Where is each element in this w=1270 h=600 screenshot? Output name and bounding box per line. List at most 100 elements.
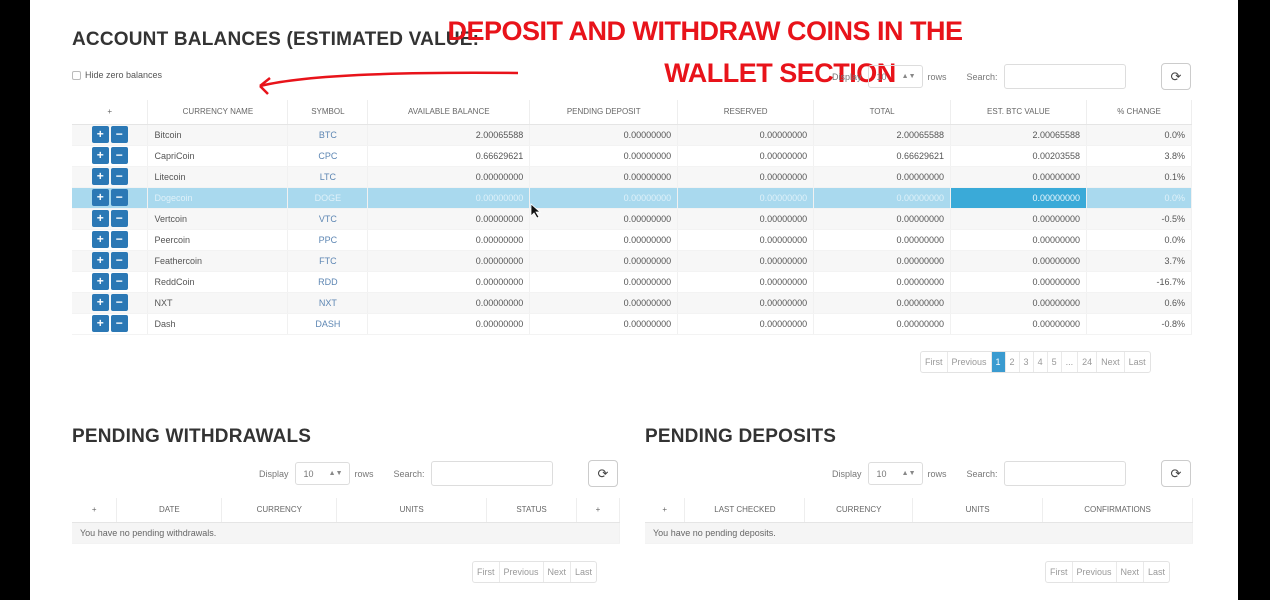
total: 0.00000000 (813, 250, 952, 272)
withdraw-minus-button[interactable]: − (110, 252, 128, 269)
col-actions[interactable]: + (72, 498, 118, 523)
withdrawals-search-input[interactable] (430, 461, 553, 486)
pager-item[interactable]: Next (1117, 562, 1145, 582)
col-actions[interactable]: + (72, 100, 149, 125)
pager-item[interactable]: First (1046, 562, 1073, 582)
deposit-plus-button[interactable]: + (91, 273, 109, 290)
col-currency[interactable]: CURRENCY (804, 498, 914, 523)
deposit-plus-button[interactable]: + (91, 210, 109, 227)
page: ACCOUNT BALANCES (ESTIMATED VALUE: DEPOS… (30, 0, 1238, 600)
withdraw-minus-button[interactable]: − (110, 147, 128, 164)
currency-name: Dash (147, 313, 289, 335)
col-currency[interactable]: CURRENCY (221, 498, 338, 523)
pager-item[interactable]: 24 (1078, 352, 1098, 372)
pager-item[interactable]: 4 (1034, 352, 1048, 372)
rows-per-page-select[interactable]: 10 ▲▼ (867, 462, 923, 485)
balance-row[interactable]: + − Dash DASH 0.00000000 0.00000000 0.00000000… (72, 313, 1192, 335)
col-status[interactable]: STATUS (486, 498, 577, 523)
col-add[interactable]: + (576, 498, 620, 523)
balances-refresh-button[interactable]: ⟳ (1161, 63, 1191, 90)
withdraw-minus-button[interactable]: − (110, 168, 128, 185)
balance-row[interactable]: + − Peercoin PPC 0.00000000 0.00000000 0.00000… (72, 229, 1192, 251)
pager-item[interactable]: Last (1125, 352, 1150, 372)
deposit-plus-button[interactable]: + (91, 231, 109, 248)
pager-item[interactable]: Previous (500, 562, 544, 582)
empty-message: You have no pending deposits. (645, 522, 1193, 544)
col-est-btc-value[interactable]: EST. BTC VALUE (950, 100, 1087, 125)
balance-row[interactable]: + − Litecoin LTC 0.00000000 0.00000000 0.00000… (72, 166, 1192, 188)
col-percent-change[interactable]: % CHANGE (1086, 100, 1192, 125)
col-confirmations[interactable]: CONFIRMATIONS (1042, 498, 1193, 523)
balances-search-input[interactable] (1003, 64, 1126, 89)
pager-item[interactable]: Last (1144, 562, 1169, 582)
refresh-icon: ⟳ (597, 465, 609, 481)
deposits-refresh-button[interactable]: ⟳ (1161, 460, 1191, 487)
balance-row[interactable]: + − Bitcoin BTC 2.00065588 0.00000000 0.000000… (72, 124, 1192, 146)
pager-item[interactable]: 1 (991, 352, 1006, 372)
withdraw-minus-button[interactable]: − (110, 315, 128, 332)
rows-per-page-select[interactable]: 10 ▲▼ (867, 65, 923, 88)
withdraw-minus-button[interactable]: − (110, 231, 128, 248)
total: 0.00000000 (813, 313, 952, 335)
withdraw-minus-button[interactable]: − (110, 189, 128, 206)
pager-item[interactable]: First (473, 562, 500, 582)
col-available-balance[interactable]: AVAILABLE BALANCE (367, 100, 531, 125)
balance-row[interactable]: + − Dogecoin DOGE 0.00000000 0.00000000 0.0000… (72, 187, 1192, 209)
hide-zero-balances-toggle[interactable]: Hide zero balances (72, 70, 162, 80)
col-units[interactable]: UNITS (336, 498, 488, 523)
display-label: Display (832, 468, 862, 479)
col-total[interactable]: TOTAL (813, 100, 952, 125)
col-pending-deposit[interactable]: PENDING DEPOSIT (529, 100, 679, 125)
col-reserved[interactable]: RESERVED (677, 100, 815, 125)
col-units[interactable]: UNITS (912, 498, 1044, 523)
deposits-search-input[interactable] (1003, 461, 1126, 486)
pager-item[interactable]: Next (1097, 352, 1125, 372)
pending-deposit: 0.00000000 (529, 250, 679, 272)
pager-item[interactable]: Previous (948, 352, 992, 372)
col-date[interactable]: DATE (116, 498, 223, 523)
deposit-plus-button[interactable]: + (91, 147, 109, 164)
deposit-plus-button[interactable]: + (91, 315, 109, 332)
available-balance: 0.00000000 (367, 313, 531, 335)
withdrawals-refresh-button[interactable]: ⟳ (588, 460, 618, 487)
pager-item[interactable]: Last (571, 562, 596, 582)
est-btc-value: 0.00000000 (950, 229, 1087, 251)
pager-item[interactable]: Previous (1073, 562, 1117, 582)
withdraw-minus-button[interactable]: − (110, 273, 128, 290)
pager-item[interactable]: ... (1062, 352, 1079, 372)
pending-withdrawals-title: PENDING WITHDRAWALS (72, 426, 312, 447)
rows-per-page-select[interactable]: 10 ▲▼ (294, 462, 350, 485)
balance-row[interactable]: + − CapriCoin CPC 0.66629621 0.00000000 0.0000… (72, 145, 1192, 167)
pager-item[interactable]: 5 (1048, 352, 1062, 372)
col-currency-name[interactable]: CURRENCY NAME (147, 100, 289, 125)
balance-row[interactable]: + − Vertcoin VTC 0.00000000 0.00000000 0.00000… (72, 208, 1192, 230)
pager-item[interactable]: Next (544, 562, 572, 582)
hide-zero-checkbox[interactable] (72, 70, 81, 80)
deposit-plus-button[interactable]: + (91, 294, 109, 311)
row-actions: + − (72, 166, 149, 188)
col-actions[interactable]: + (645, 498, 686, 523)
withdrawals-table: + DATE CURRENCY UNITS STATUS + You have … (72, 498, 620, 544)
col-symbol[interactable]: SYMBOL (287, 100, 369, 125)
balance-row[interactable]: + − Feathercoin FTC 0.00000000 0.00000000 0.00… (72, 250, 1192, 272)
deposit-plus-button[interactable]: + (91, 126, 109, 143)
pager-item[interactable]: 2 (1006, 352, 1020, 372)
pager-item[interactable]: 3 (1020, 352, 1034, 372)
col-last-checked[interactable]: LAST CHECKED (684, 498, 806, 523)
est-btc-value: 0.00000000 (950, 271, 1087, 293)
balance-row[interactable]: + − ReddCoin RDD 0.00000000 0.00000000 0.00000… (72, 271, 1192, 293)
est-btc-value: 0.00000000 (950, 292, 1087, 314)
balance-row[interactable]: + − NXT NXT 0.00000000 0.00000000 0.00000000 0.… (72, 292, 1192, 314)
withdraw-minus-button[interactable]: − (110, 294, 128, 311)
pager-item[interactable]: First (921, 352, 948, 372)
withdraw-minus-button[interactable]: − (110, 126, 128, 143)
row-actions: + − (72, 208, 149, 230)
refresh-icon: ⟳ (1170, 68, 1182, 84)
withdrawals-pagination: First Previous Next Last (472, 561, 598, 583)
deposit-plus-button[interactable]: + (91, 189, 109, 206)
deposits-table: + LAST CHECKED CURRENCY UNITS CONFIRMATI… (645, 498, 1193, 544)
total: 0.66629621 (813, 145, 952, 167)
withdraw-minus-button[interactable]: − (110, 210, 128, 227)
deposit-plus-button[interactable]: + (91, 168, 109, 185)
deposit-plus-button[interactable]: + (91, 252, 109, 269)
